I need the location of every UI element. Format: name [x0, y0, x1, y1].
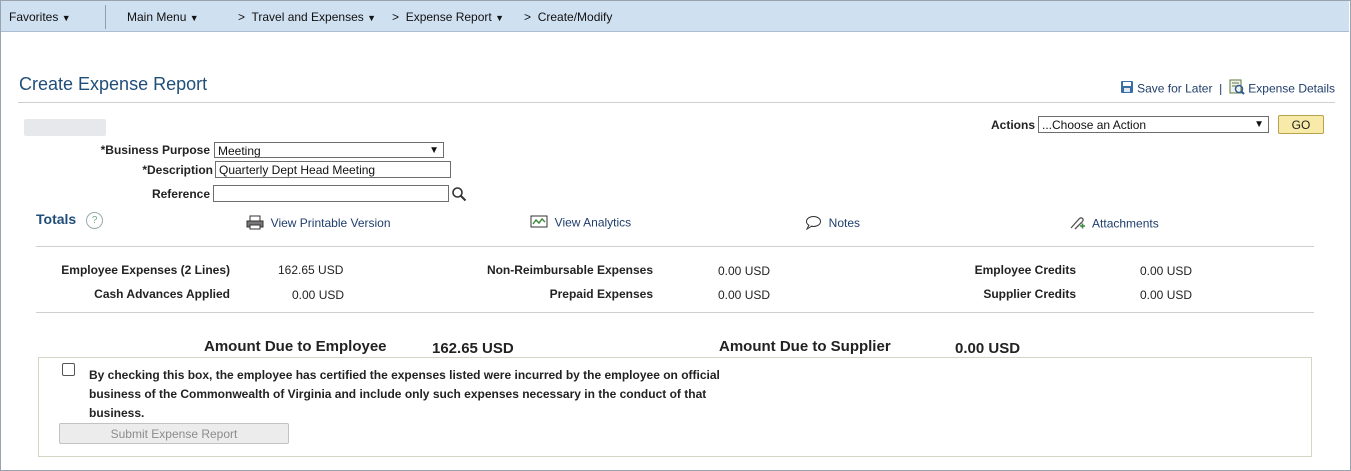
expense-details-icon[interactable]: [1229, 79, 1245, 98]
business-purpose-value: Meeting: [218, 144, 261, 158]
save-icon[interactable]: [1120, 80, 1134, 97]
chevron-down-icon: ▼: [367, 13, 377, 23]
notes-label: Notes: [828, 216, 861, 231]
attachments-label: Attachments: [1092, 216, 1159, 231]
non-reimbursable-label: Non-Reimbursable Expenses: [486, 263, 653, 277]
employee-credits-value: 0.00 USD: [1140, 264, 1193, 278]
chevron-right-icon: >: [392, 10, 400, 24]
search-icon[interactable]: [451, 186, 467, 207]
amount-due-employee-label: Amount Due to Employee: [204, 338, 387, 355]
title-divider: [18, 102, 1335, 103]
page-links: Save for Later | Expense Details: [1120, 79, 1335, 98]
employee-expenses-value: 162.65 USD: [278, 263, 344, 277]
chevron-right-icon: >: [238, 10, 246, 24]
notes-icon: [805, 215, 822, 233]
totals-divider: [36, 246, 1314, 247]
description-field[interactable]: Quarterly Dept Head Meeting: [215, 161, 451, 178]
save-for-later-link[interactable]: Save for Later: [1137, 82, 1212, 96]
nav-divider: [105, 5, 106, 29]
reference-label: Reference: [151, 187, 210, 201]
chevron-down-icon: ▼: [61, 13, 71, 23]
chevron-down-icon: ▼: [495, 13, 505, 23]
supplier-credits-label: Supplier Credits: [983, 287, 1076, 301]
business-purpose-select[interactable]: Meeting ▼: [214, 142, 444, 158]
favorites-menu[interactable]: Favorites ▼: [9, 10, 71, 24]
cash-advances-label: Cash Advances Applied: [94, 287, 230, 301]
actions-value: ...Choose an Action: [1042, 118, 1147, 132]
business-purpose-label: *Business Purpose: [100, 143, 210, 157]
go-button[interactable]: GO: [1278, 115, 1324, 134]
printer-icon: [246, 215, 264, 233]
notes-link[interactable]: Notes: [805, 215, 860, 233]
breadcrumb-label: Create/Modify: [537, 10, 613, 24]
employee-credits-label: Employee Credits: [974, 263, 1076, 277]
top-nav-bar: Favorites ▼ Main Menu ▼ > Travel and Exp…: [1, 1, 1349, 32]
reference-field[interactable]: [213, 185, 449, 202]
view-printable-link[interactable]: View Printable Version: [246, 215, 391, 233]
main-menu[interactable]: Main Menu ▼: [127, 10, 199, 24]
view-analytics-link[interactable]: View Analytics: [530, 215, 631, 232]
prepaid-expenses-value: 0.00 USD: [718, 288, 771, 302]
breadcrumb-expense-report[interactable]: > Expense Report ▼: [392, 10, 504, 24]
main-menu-label: Main Menu: [127, 10, 187, 24]
breadcrumb-label: Expense Report: [405, 10, 492, 24]
page-title: Create Expense Report: [19, 74, 208, 94]
submit-expense-report-button[interactable]: Submit Expense Report: [59, 423, 289, 444]
non-reimbursable-value: 0.00 USD: [718, 264, 771, 278]
attachment-icon: [1068, 215, 1086, 234]
actions-label: Actions: [990, 118, 1035, 132]
description-label: *Description: [142, 163, 213, 177]
description-value: Quarterly Dept Head Meeting: [219, 163, 376, 177]
help-icon[interactable]: ?: [86, 211, 104, 229]
printable-label: View Printable Version: [270, 216, 391, 231]
analytics-icon: [530, 215, 548, 232]
prepaid-expenses-label: Prepaid Expenses: [549, 287, 653, 301]
amount-due-employee-value: 162.65 USD: [432, 340, 514, 357]
totals-label: Totals: [36, 211, 77, 227]
breadcrumb-create-modify[interactable]: > Create/Modify: [524, 10, 612, 24]
chevron-down-icon: ▼: [1254, 119, 1264, 130]
chevron-down-icon: ▼: [429, 145, 439, 156]
amount-due-supplier-value: 0.00 USD: [955, 340, 1021, 357]
totals-header: Totals ?: [36, 211, 104, 229]
supplier-credits-value: 0.00 USD: [1140, 288, 1193, 302]
cash-advances-value: 0.00 USD: [292, 288, 345, 302]
employee-name-redacted: [24, 119, 106, 136]
amount-due-supplier-label: Amount Due to Supplier: [719, 338, 891, 355]
breadcrumb-label: Travel and Expenses: [251, 10, 364, 24]
breadcrumb-travel[interactable]: > Travel and Expenses ▼: [238, 10, 376, 24]
actions-select[interactable]: ...Choose an Action ▼: [1038, 116, 1269, 133]
chevron-down-icon: ▼: [189, 13, 199, 23]
expense-details-link[interactable]: Expense Details: [1248, 82, 1335, 96]
link-separator: |: [1219, 81, 1223, 96]
favorites-label: Favorites: [9, 10, 59, 24]
certification-text: By checking this box, the employee has c…: [89, 368, 720, 420]
attachments-link[interactable]: Attachments: [1068, 215, 1159, 234]
employee-expenses-label: Employee Expenses (2 Lines): [61, 263, 230, 277]
chevron-right-icon: >: [524, 10, 532, 24]
analytics-label: View Analytics: [554, 215, 632, 230]
certify-checkbox[interactable]: [62, 363, 75, 376]
amount-due-divider: [36, 312, 1314, 313]
